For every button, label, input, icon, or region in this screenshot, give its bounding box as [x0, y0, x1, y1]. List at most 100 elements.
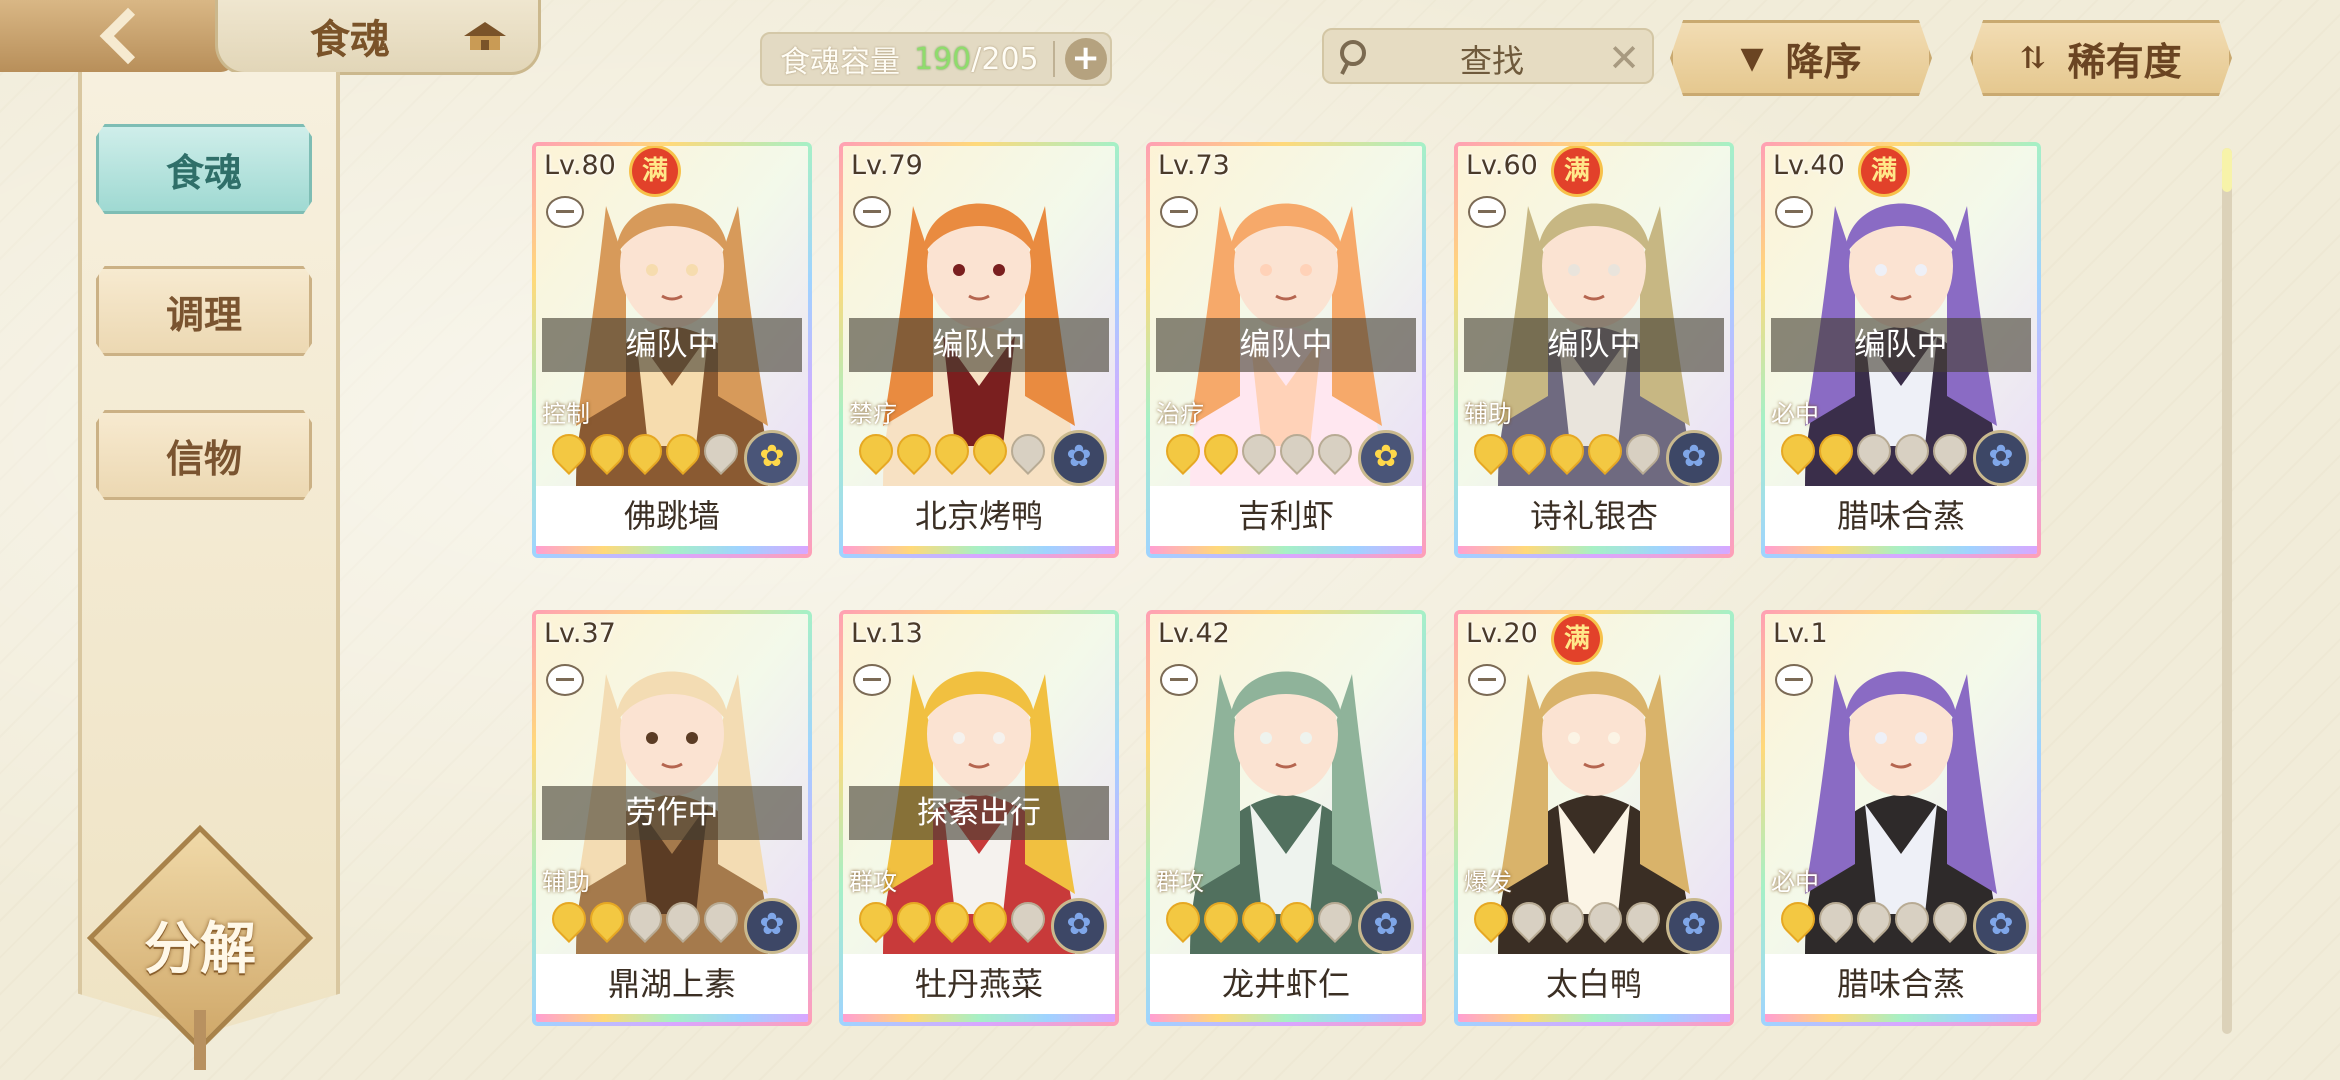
food-soul-card[interactable]: Lv.40 满编队中 必中 ✿ 腊味合蒸: [1761, 142, 2041, 558]
star-icon: [889, 894, 939, 944]
scrollbar[interactable]: [2222, 148, 2232, 1034]
role-label: 控制: [542, 400, 590, 428]
flower-blue-icon: ✿: [1666, 430, 1722, 486]
lock-icon[interactable]: [1775, 196, 1813, 228]
capacity-max: /205: [971, 41, 1039, 77]
page-title: 食魂: [310, 16, 390, 63]
food-soul-card[interactable]: Lv.20 满爆发 ✿ 太白鸭: [1454, 610, 1734, 1026]
star-icon: [1580, 894, 1630, 944]
lock-icon[interactable]: [853, 196, 891, 228]
food-soul-name: 龙井虾仁: [1150, 954, 1422, 1014]
star-icon: [965, 426, 1015, 476]
food-soul-name: 腊味合蒸: [1765, 486, 2037, 546]
sort-key-label: 稀有度: [2067, 38, 2182, 84]
scrollbar-thumb[interactable]: [2222, 148, 2232, 192]
star-icon: [1773, 894, 1823, 944]
flower-blue-icon: ✿: [1666, 898, 1722, 954]
lock-icon[interactable]: [1160, 196, 1198, 228]
level-label: Lv.13: [851, 618, 923, 649]
star-icon: [658, 426, 708, 476]
food-soul-card[interactable]: Lv.80 满编队中 控制 ✿ 佛跳墙: [532, 142, 812, 558]
tab-food-souls[interactable]: 食魂: [96, 124, 312, 214]
status-banner: 编队中: [849, 318, 1109, 372]
food-soul-card[interactable]: Lv.37 劳作中 辅助 ✿ 鼎湖上素: [532, 610, 812, 1026]
tab-food-souls-label: 食魂: [165, 149, 242, 195]
tab-keepsakes[interactable]: 信物: [96, 410, 312, 500]
star-icon: [1811, 894, 1861, 944]
role-label: 爆发: [1464, 868, 1512, 896]
lock-icon[interactable]: [1468, 196, 1506, 228]
star-rating: [544, 426, 746, 476]
star-icon: [544, 894, 594, 944]
star-icon: [1773, 426, 1823, 476]
level-label: Lv.20: [1466, 618, 1538, 649]
flower-blue-icon: ✿: [744, 898, 800, 954]
search-input[interactable]: 查找 ✕: [1322, 28, 1654, 84]
food-soul-card[interactable]: Lv.1 必中 ✿ 腊味合蒸: [1761, 610, 2041, 1026]
title-tab: 食魂: [215, 0, 541, 75]
lock-icon[interactable]: [1775, 664, 1813, 696]
star-icon: [1272, 426, 1322, 476]
tab-keepsakes-label: 信物: [165, 435, 242, 481]
star-icon: [851, 426, 901, 476]
flower-blue-icon: ✿: [1973, 430, 2029, 486]
star-icon: [1504, 426, 1554, 476]
sort-order-button[interactable]: ▼ 降序: [1670, 20, 1932, 96]
sort-key-button[interactable]: ⇅ 稀有度: [1970, 20, 2232, 96]
food-soul-card[interactable]: Lv.42 群攻 ✿ 龙井虾仁: [1146, 610, 1426, 1026]
rarity-band: [1458, 546, 1730, 554]
star-rating: [1158, 894, 1360, 944]
lock-icon[interactable]: [853, 664, 891, 696]
role-label: 必中: [1771, 868, 1819, 896]
decompose-label: 分解: [144, 916, 256, 982]
star-rating: [851, 426, 1053, 476]
clear-search-icon[interactable]: ✕: [1608, 36, 1640, 80]
home-icon[interactable]: [460, 18, 510, 54]
flower-blue-icon: ✿: [1358, 898, 1414, 954]
level-label: Lv.42: [1158, 618, 1230, 649]
lock-icon[interactable]: [1160, 664, 1198, 696]
rarity-band: [843, 546, 1115, 554]
star-icon: [1925, 894, 1975, 944]
star-icon: [1887, 426, 1937, 476]
rarity-band: [1765, 1014, 2037, 1022]
star-icon: [1003, 894, 1053, 944]
food-soul-card[interactable]: Lv.79 编队中 禁疗 ✿ 北京烤鸭: [839, 142, 1119, 558]
flower-yellow-icon: ✿: [1358, 430, 1414, 486]
lock-icon[interactable]: [546, 196, 584, 228]
star-icon: [582, 894, 632, 944]
star-icon: [1158, 894, 1208, 944]
star-icon: [1234, 894, 1284, 944]
level-label: Lv.37: [544, 618, 616, 649]
food-soul-card[interactable]: Lv.13 探索出行 群攻 ✿ 牡丹燕菜: [839, 610, 1119, 1026]
star-icon: [1196, 894, 1246, 944]
star-icon: [1466, 426, 1516, 476]
lock-icon[interactable]: [1468, 664, 1506, 696]
level-label: Lv.40: [1773, 150, 1845, 181]
star-icon: [696, 894, 746, 944]
triangle-down-icon: ▼: [1740, 40, 1764, 76]
capacity-current: 190: [914, 41, 972, 77]
rarity-band: [843, 1014, 1115, 1022]
role-label: 禁疗: [849, 400, 897, 428]
add-capacity-button[interactable]: +: [1064, 38, 1107, 80]
star-icon: [1158, 426, 1208, 476]
star-icon: [1849, 426, 1899, 476]
star-icon: [1466, 894, 1516, 944]
star-icon: [620, 426, 670, 476]
star-icon: [1504, 894, 1554, 944]
food-soul-card[interactable]: Lv.73 编队中 治疗 ✿ 吉利虾: [1146, 142, 1426, 558]
level-label: Lv.80: [544, 150, 616, 181]
star-icon: [927, 894, 977, 944]
star-icon: [1310, 894, 1360, 944]
swap-arrows-icon: ⇅: [2020, 40, 2046, 76]
food-soul-name: 腊味合蒸: [1765, 954, 2037, 1014]
tab-cooking[interactable]: 调理: [96, 266, 312, 356]
food-soul-card[interactable]: Lv.60 满编队中 辅助 ✿ 诗礼银杏: [1454, 142, 1734, 558]
food-soul-name: 吉利虾: [1150, 486, 1422, 546]
max-level-badge: 满: [632, 148, 678, 194]
star-icon: [1618, 426, 1668, 476]
lock-icon[interactable]: [546, 664, 584, 696]
role-label: 治疗: [1156, 400, 1204, 428]
back-button[interactable]: [0, 0, 235, 72]
